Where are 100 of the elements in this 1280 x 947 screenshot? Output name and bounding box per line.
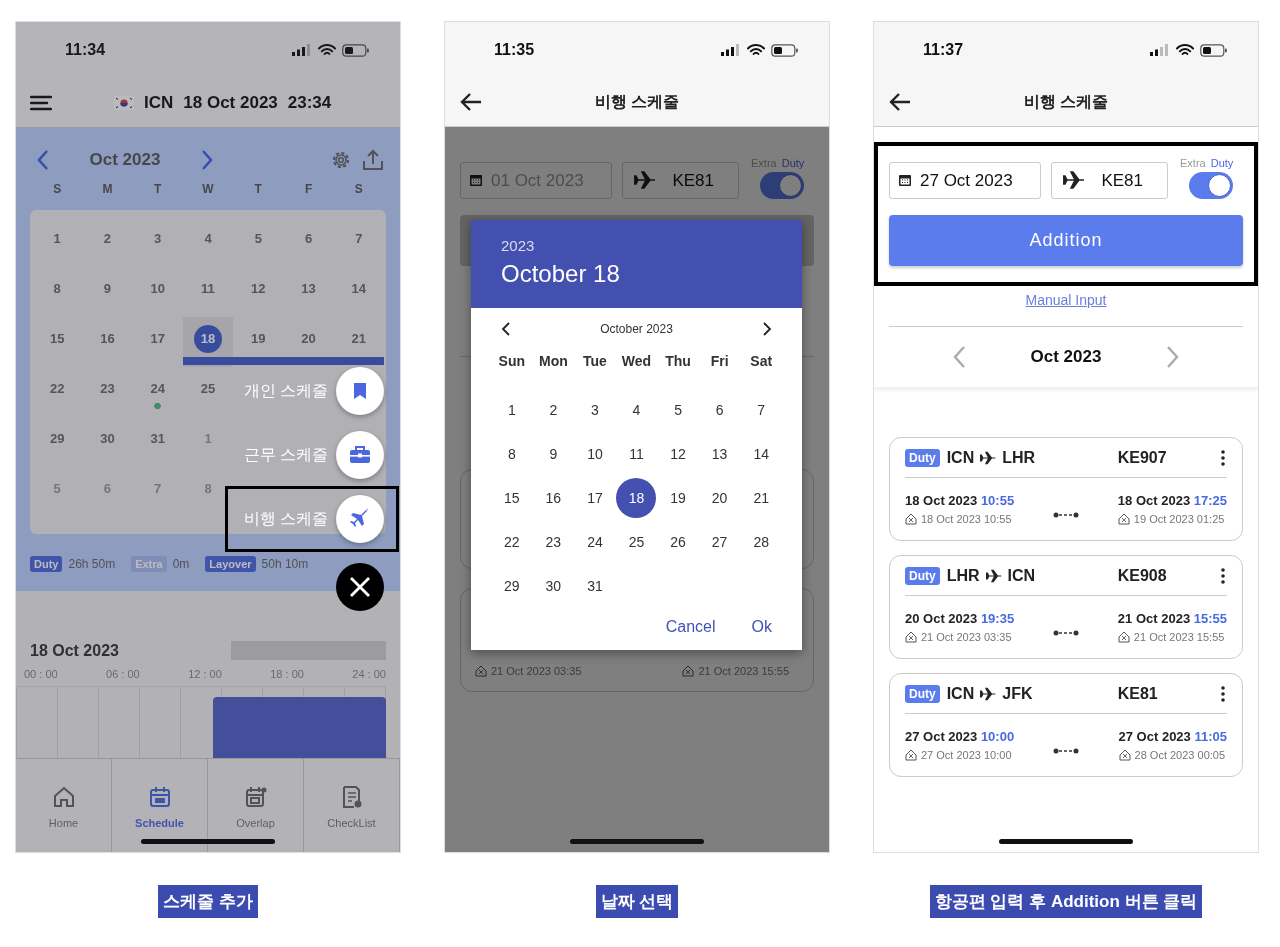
calendar-day[interactable]: 7 <box>741 390 782 430</box>
calendar-day[interactable]: 18 <box>616 478 657 518</box>
calendar-day[interactable]: 1 <box>53 231 61 247</box>
back-arrow-icon[interactable] <box>888 92 912 112</box>
calendar-cell[interactable]: 31 <box>132 417 183 467</box>
calendar-cell[interactable]: 14 <box>333 267 384 317</box>
calendar-day[interactable]: 13 <box>699 434 740 474</box>
calendar-cell[interactable]: 2 <box>82 217 133 267</box>
more-icon[interactable] <box>1221 685 1225 702</box>
manual-input-link[interactable]: Manual Input <box>1025 292 1107 308</box>
more-icon[interactable] <box>1221 449 1225 466</box>
calendar-day[interactable]: 3 <box>154 231 162 247</box>
calendar-cell[interactable]: 5 <box>32 467 83 517</box>
calendar-cell[interactable]: 6 <box>283 217 334 267</box>
calendar-day[interactable]: 18 <box>194 325 222 353</box>
calendar-day[interactable]: 5 <box>658 390 699 430</box>
tab[interactable]: Home <box>16 759 112 852</box>
calendar-cell[interactable]: 16 <box>82 317 133 367</box>
calendar-day[interactable]: 4 <box>204 231 212 247</box>
calendar-cell[interactable]: 25 <box>182 367 234 417</box>
calendar-day[interactable]: 20 <box>699 478 740 518</box>
tab[interactable]: CheckList <box>304 759 400 852</box>
calendar-cell[interactable]: 12 <box>233 267 284 317</box>
calendar-cell[interactable]: 8 <box>32 267 83 317</box>
calendar-cell[interactable]: 7 <box>333 217 384 267</box>
calendar-cell[interactable]: 24 <box>132 367 183 417</box>
calendar-cell[interactable]: 8 <box>182 467 234 517</box>
flight-card[interactable]: Duty ICN JFK KE81 27 Oct 2023 10:00 27 Oct 2023 10:00 27 Oct 2023 11:05 28 Oct 2023 00:05 <box>889 673 1243 777</box>
calendar-day[interactable]: 7 <box>355 231 363 247</box>
calendar-cell[interactable]: 15 <box>32 317 83 367</box>
calendar-day[interactable]: 3 <box>574 390 615 430</box>
calendar-day[interactable]: 2 <box>103 231 112 247</box>
calendar-day[interactable]: 28 <box>741 522 782 562</box>
calendar-cell[interactable]: 30 <box>82 417 133 467</box>
calendar-cell[interactable]: 7 <box>132 467 183 517</box>
calendar-day[interactable]: 23 <box>100 381 115 397</box>
calendar-day[interactable]: 1 <box>491 390 532 430</box>
calendar-day[interactable]: 20 <box>301 331 316 347</box>
flight-field[interactable]: KE81 <box>622 162 739 199</box>
calendar-day[interactable]: 14 <box>741 434 782 474</box>
calendar-day[interactable]: 6 <box>103 481 112 497</box>
calendar-cell[interactable]: 1 <box>182 417 234 467</box>
calendar-day[interactable]: 31 <box>574 566 615 606</box>
calendar-cell[interactable]: 22 <box>32 367 83 417</box>
menu-label[interactable]: 비행 스케줄 <box>243 508 328 530</box>
calendar-day[interactable]: 15 <box>49 331 65 347</box>
menu-icon[interactable] <box>30 94 52 111</box>
calendar-day[interactable]: 8 <box>53 281 61 297</box>
toggle-switch[interactable] <box>1189 172 1234 199</box>
calendar-day[interactable]: 1 <box>204 431 212 447</box>
calendar-cell[interactable]: 11 <box>182 267 234 317</box>
calendar-day[interactable]: 31 <box>150 431 165 447</box>
calendar-day[interactable]: 11 <box>616 434 657 474</box>
cancel-button[interactable]: Cancel <box>655 612 726 642</box>
flight-card[interactable]: Duty ICN LHR KE907 18 Oct 2023 10:55 18 Oct 2023 10:55 18 Oct 2023 17:25 19 Oct 2023 01:25 <box>889 437 1243 541</box>
calendar-cell[interactable]: 3 <box>132 217 183 267</box>
calendar-day[interactable]: 26 <box>658 522 699 562</box>
calendar-cell[interactable]: 9 <box>82 267 133 317</box>
calendar-day[interactable]: 21 <box>741 478 782 518</box>
calendar-day[interactable]: 25 <box>200 381 216 397</box>
calendar-day[interactable]: 6 <box>699 390 740 430</box>
calendar-day[interactable]: 14 <box>351 281 367 297</box>
calendar-day[interactable]: 6 <box>304 231 313 247</box>
calendar-day[interactable]: 24 <box>574 522 615 562</box>
calendar-day[interactable]: 25 <box>616 522 657 562</box>
calendar-cell[interactable]: 23 <box>82 367 133 417</box>
calendar-cell[interactable]: 1 <box>32 217 83 267</box>
flight-card[interactable]: Duty LHR ICN KE908 20 Oct 2023 19:35 21 Oct 2023 03:35 21 Oct 2023 15:55 21 Oct 2023 15:55 <box>889 555 1243 659</box>
calendar-day[interactable]: 17 <box>574 478 615 518</box>
back-arrow-icon[interactable] <box>459 92 483 112</box>
calendar-cell[interactable]: 17 <box>132 317 183 367</box>
calendar-day[interactable]: 23 <box>533 522 574 562</box>
calendar-day[interactable]: 8 <box>204 481 212 497</box>
chevron-left-icon[interactable] <box>501 322 511 336</box>
calendar-cell[interactable]: 29 <box>32 417 83 467</box>
calendar-day[interactable]: 22 <box>49 381 65 397</box>
calendar-cell[interactable]: 5 <box>233 217 284 267</box>
chevron-right-icon[interactable] <box>762 322 772 336</box>
calendar-day[interactable]: 10 <box>150 281 165 297</box>
menu-label[interactable]: 근무 스케줄 <box>243 444 328 466</box>
ok-button[interactable]: Ok <box>741 612 782 642</box>
calendar-day[interactable]: 22 <box>491 522 532 562</box>
calendar-day[interactable]: 13 <box>301 281 316 297</box>
calendar-cell[interactable]: 13 <box>283 267 334 317</box>
calendar-day[interactable]: 10 <box>574 434 615 474</box>
calendar-day[interactable]: 29 <box>49 431 65 447</box>
calendar-cell[interactable]: 6 <box>82 467 133 517</box>
year-label[interactable]: 2023 <box>501 237 772 254</box>
calendar-day[interactable]: 17 <box>150 331 165 347</box>
calendar-day[interactable]: 16 <box>533 478 574 518</box>
date-field[interactable]: 27 Oct 2023 <box>889 162 1041 199</box>
calendar-day[interactable]: 9 <box>103 281 112 297</box>
calendar-day[interactable]: 9 <box>533 434 574 474</box>
addition-button[interactable]: Addition <box>889 215 1243 266</box>
calendar-day[interactable]: 11 <box>201 281 215 297</box>
toggle-switch[interactable] <box>760 172 805 199</box>
calendar-day[interactable]: 19 <box>658 478 699 518</box>
calendar-day[interactable]: 2 <box>533 390 574 430</box>
calendar-day[interactable]: 4 <box>616 390 657 430</box>
calendar-day[interactable]: 30 <box>533 566 574 606</box>
